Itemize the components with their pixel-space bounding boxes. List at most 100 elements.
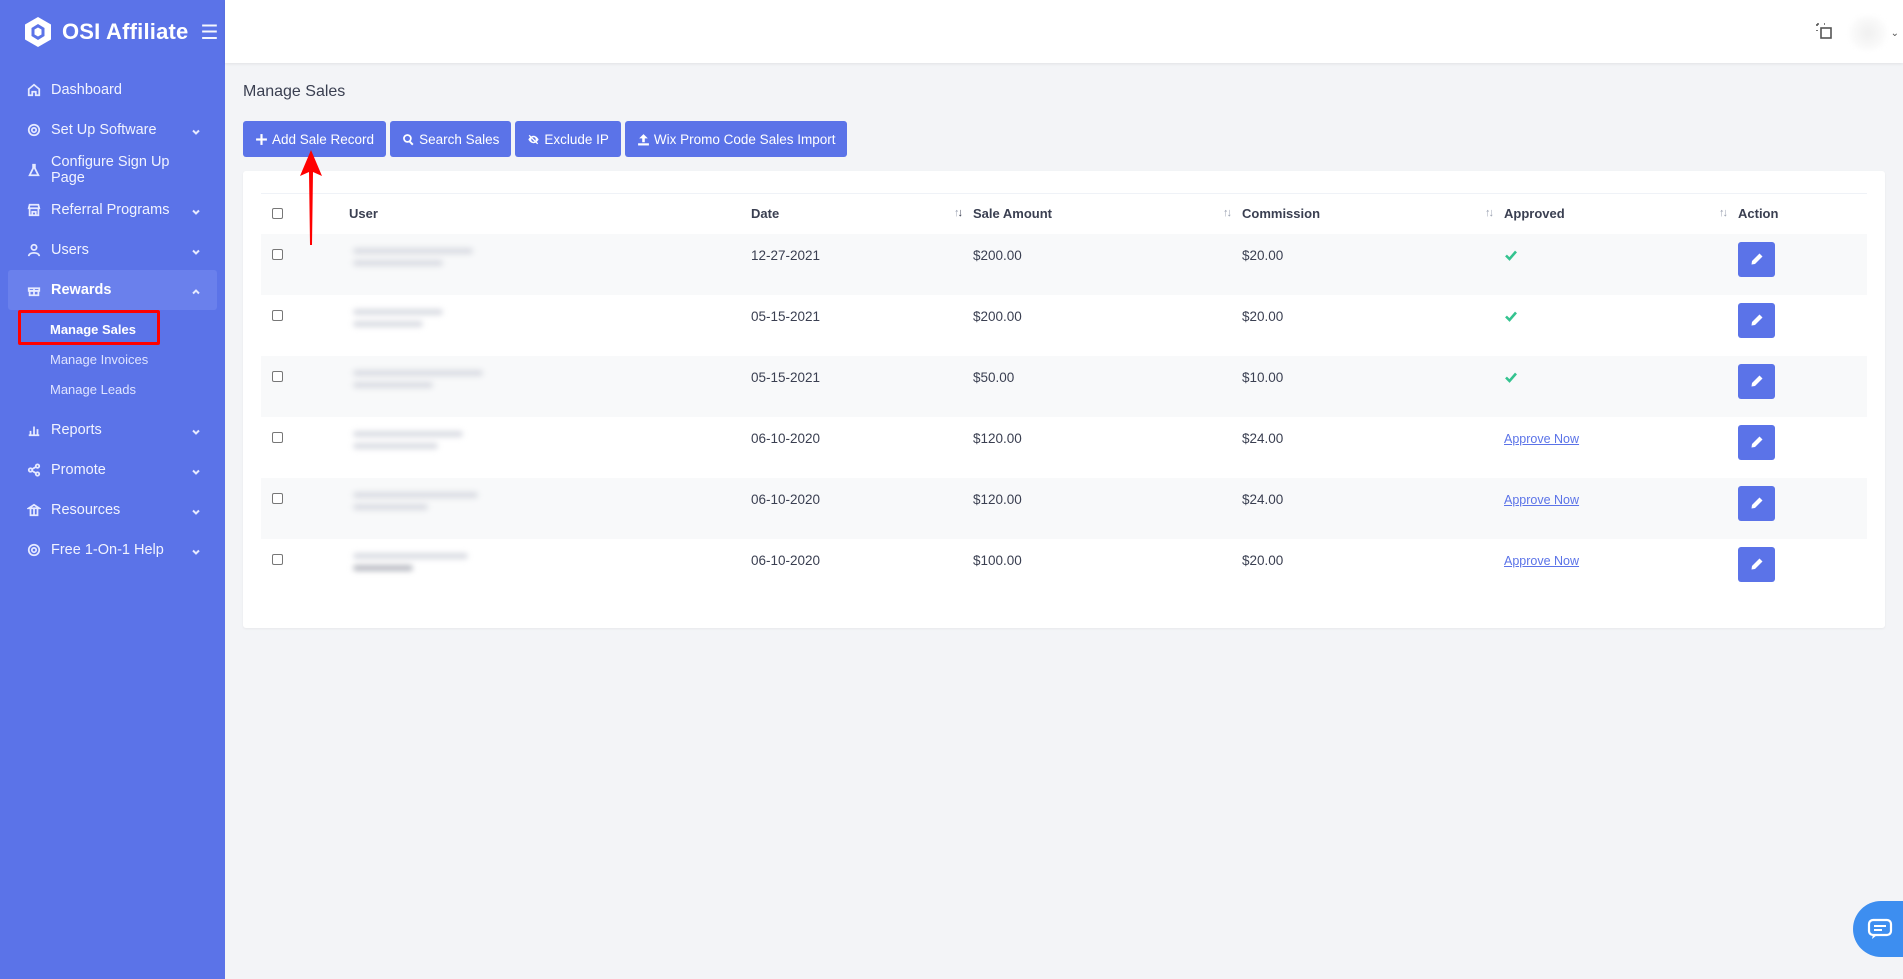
sidebar-subitem-manage-leads[interactable]: Manage Leads — [0, 374, 225, 404]
sidebar-item-label: Dashboard — [51, 82, 122, 98]
chevron-down-icon — [191, 245, 201, 255]
search-sales-button[interactable]: Search Sales — [390, 121, 512, 157]
edit-button[interactable] — [1738, 241, 1775, 277]
commission-cell: $20.00 — [1242, 247, 1284, 263]
table-row: 05-15-2021 $50.00 $10.00 — [261, 355, 1867, 417]
user-cell-redacted — [349, 430, 509, 461]
sidebar-item-label: Promote — [51, 462, 106, 478]
table-row: 06-10-2020 $120.00 $24.00 Approve Now — [261, 477, 1867, 539]
column-header-label: Date — [751, 206, 780, 222]
edit-button[interactable] — [1738, 546, 1775, 582]
user-cell-redacted — [349, 491, 509, 522]
column-header-label: User — [349, 206, 378, 222]
sort-icon: ↑↓ — [1223, 207, 1232, 219]
annotation-highlight-box — [18, 310, 160, 345]
edit-button[interactable] — [1738, 363, 1775, 399]
brand: OSI Affiliate ☰ — [0, 0, 225, 64]
approved-check-icon — [1504, 250, 1518, 265]
column-header-sale-amount[interactable]: Sale Amount ↑↓ — [973, 193, 1242, 234]
row-checkbox[interactable] — [272, 370, 283, 382]
exclude-ip-label: Exclude IP — [544, 131, 609, 147]
user-cell-redacted — [349, 369, 509, 400]
commission-cell: $20.00 — [1242, 308, 1284, 324]
amount-cell: $120.00 — [973, 491, 1022, 507]
topbar: ⌄ — [225, 0, 1903, 63]
toolbar: Add Sale Record Search Sales Exclude IP … — [243, 121, 1885, 157]
approve-now-link[interactable]: Approve Now — [1504, 554, 1579, 568]
column-header-commission[interactable]: Commission ↑↓ — [1242, 193, 1504, 234]
annotation-arrow — [300, 150, 322, 245]
column-header-approved[interactable]: Approved ↑↓ — [1504, 193, 1738, 234]
sidebar-subitem-manage-invoices[interactable]: Manage Invoices — [0, 344, 225, 374]
sidebar-item-rewards[interactable]: Rewards — [8, 270, 217, 310]
sidebar-item-label: Rewards — [51, 282, 112, 298]
brand-name: OSI Affiliate — [62, 19, 189, 44]
pencil-icon — [1751, 253, 1762, 265]
edit-button[interactable] — [1738, 424, 1775, 460]
wix-import-label: Wix Promo Code Sales Import — [653, 131, 836, 147]
approved-check-icon — [1504, 311, 1518, 326]
amount-cell: $100.00 — [973, 552, 1022, 568]
approved-check-icon — [1504, 372, 1518, 387]
sidebar-item-resources[interactable]: Resources — [0, 490, 225, 530]
date-cell: 06-10-2020 — [751, 430, 821, 446]
sidebar-item-free-help[interactable]: Free 1-On-1 Help — [0, 530, 225, 570]
gift-icon — [26, 282, 42, 298]
gear-icon — [26, 122, 42, 138]
column-header-date[interactable]: Date ↑↓ — [751, 193, 973, 234]
flask-icon — [26, 162, 42, 178]
sidebar-item-reports[interactable]: Reports — [0, 410, 225, 450]
sort-icon: ↑↓ — [1485, 207, 1494, 219]
row-checkbox[interactable] — [272, 553, 283, 565]
amount-cell: $200.00 — [973, 247, 1022, 263]
date-cell: 12-27-2021 — [751, 247, 821, 263]
sidebar-item-label: Set Up Software — [51, 122, 157, 138]
pencil-icon — [1751, 314, 1762, 326]
user-icon — [26, 242, 42, 258]
sales-table-card: User Date ↑↓ Sale Amount ↑↓ Commission ↑↓ A… — [243, 171, 1885, 628]
wix-import-button[interactable]: Wix Promo Code Sales Import — [624, 121, 848, 157]
sidebar-item-label: Reports — [51, 422, 102, 438]
chevron-down-icon[interactable]: ⌄ — [1891, 28, 1899, 39]
sales-table: User Date ↑↓ Sale Amount ↑↓ Commission ↑↓ A… — [261, 193, 1867, 600]
amount-cell: $200.00 — [973, 308, 1022, 324]
sidebar-item-configure-signup[interactable]: Configure Sign Up Page — [0, 150, 225, 190]
amount-cell: $50.00 — [973, 369, 1015, 385]
sidebar-item-dashboard[interactable]: Dashboard — [0, 70, 225, 110]
sidebar-item-users[interactable]: Users — [0, 230, 225, 270]
pencil-icon — [1751, 558, 1762, 570]
avatar[interactable] — [1849, 16, 1887, 50]
approve-now-link[interactable]: Approve Now — [1504, 432, 1579, 446]
row-checkbox[interactable] — [272, 309, 283, 321]
edit-button[interactable] — [1738, 302, 1775, 338]
sidebar-item-referral-programs[interactable]: Referral Programs — [0, 190, 225, 230]
add-sale-record-label: Add Sale Record — [272, 131, 375, 147]
main-content: Manage Sales Add Sale Record Search Sale… — [243, 63, 1885, 628]
chevron-down-icon — [191, 425, 201, 435]
column-header-label: Sale Amount — [973, 206, 1052, 222]
commission-cell: $10.00 — [1242, 369, 1284, 385]
edit-button[interactable] — [1738, 485, 1775, 521]
bank-icon — [26, 502, 42, 518]
exclude-ip-button[interactable]: Exclude IP — [515, 121, 621, 157]
approve-now-link[interactable]: Approve Now — [1504, 493, 1579, 507]
column-header-action: Action — [1738, 193, 1867, 234]
select-all-checkbox[interactable] — [272, 207, 283, 219]
plus-icon — [255, 133, 268, 146]
user-cell-redacted — [349, 247, 509, 278]
sidebar-item-promote[interactable]: Promote — [0, 450, 225, 490]
column-header-user[interactable]: User — [349, 193, 751, 234]
commission-cell: $24.00 — [1242, 430, 1284, 446]
fullscreen-icon[interactable] — [1815, 22, 1833, 40]
sidebar-item-setup-software[interactable]: Set Up Software — [0, 110, 225, 150]
chat-widget-button[interactable] — [1853, 901, 1903, 957]
row-checkbox[interactable] — [272, 431, 283, 443]
date-cell: 05-15-2021 — [751, 369, 821, 385]
hamburger-menu-icon[interactable]: ☰ — [200, 20, 218, 45]
chevron-up-icon — [191, 285, 201, 295]
store-icon — [26, 202, 42, 218]
pencil-icon — [1751, 436, 1762, 448]
row-checkbox[interactable] — [272, 492, 283, 504]
row-checkbox[interactable] — [272, 248, 283, 260]
date-cell: 05-15-2021 — [751, 308, 821, 324]
